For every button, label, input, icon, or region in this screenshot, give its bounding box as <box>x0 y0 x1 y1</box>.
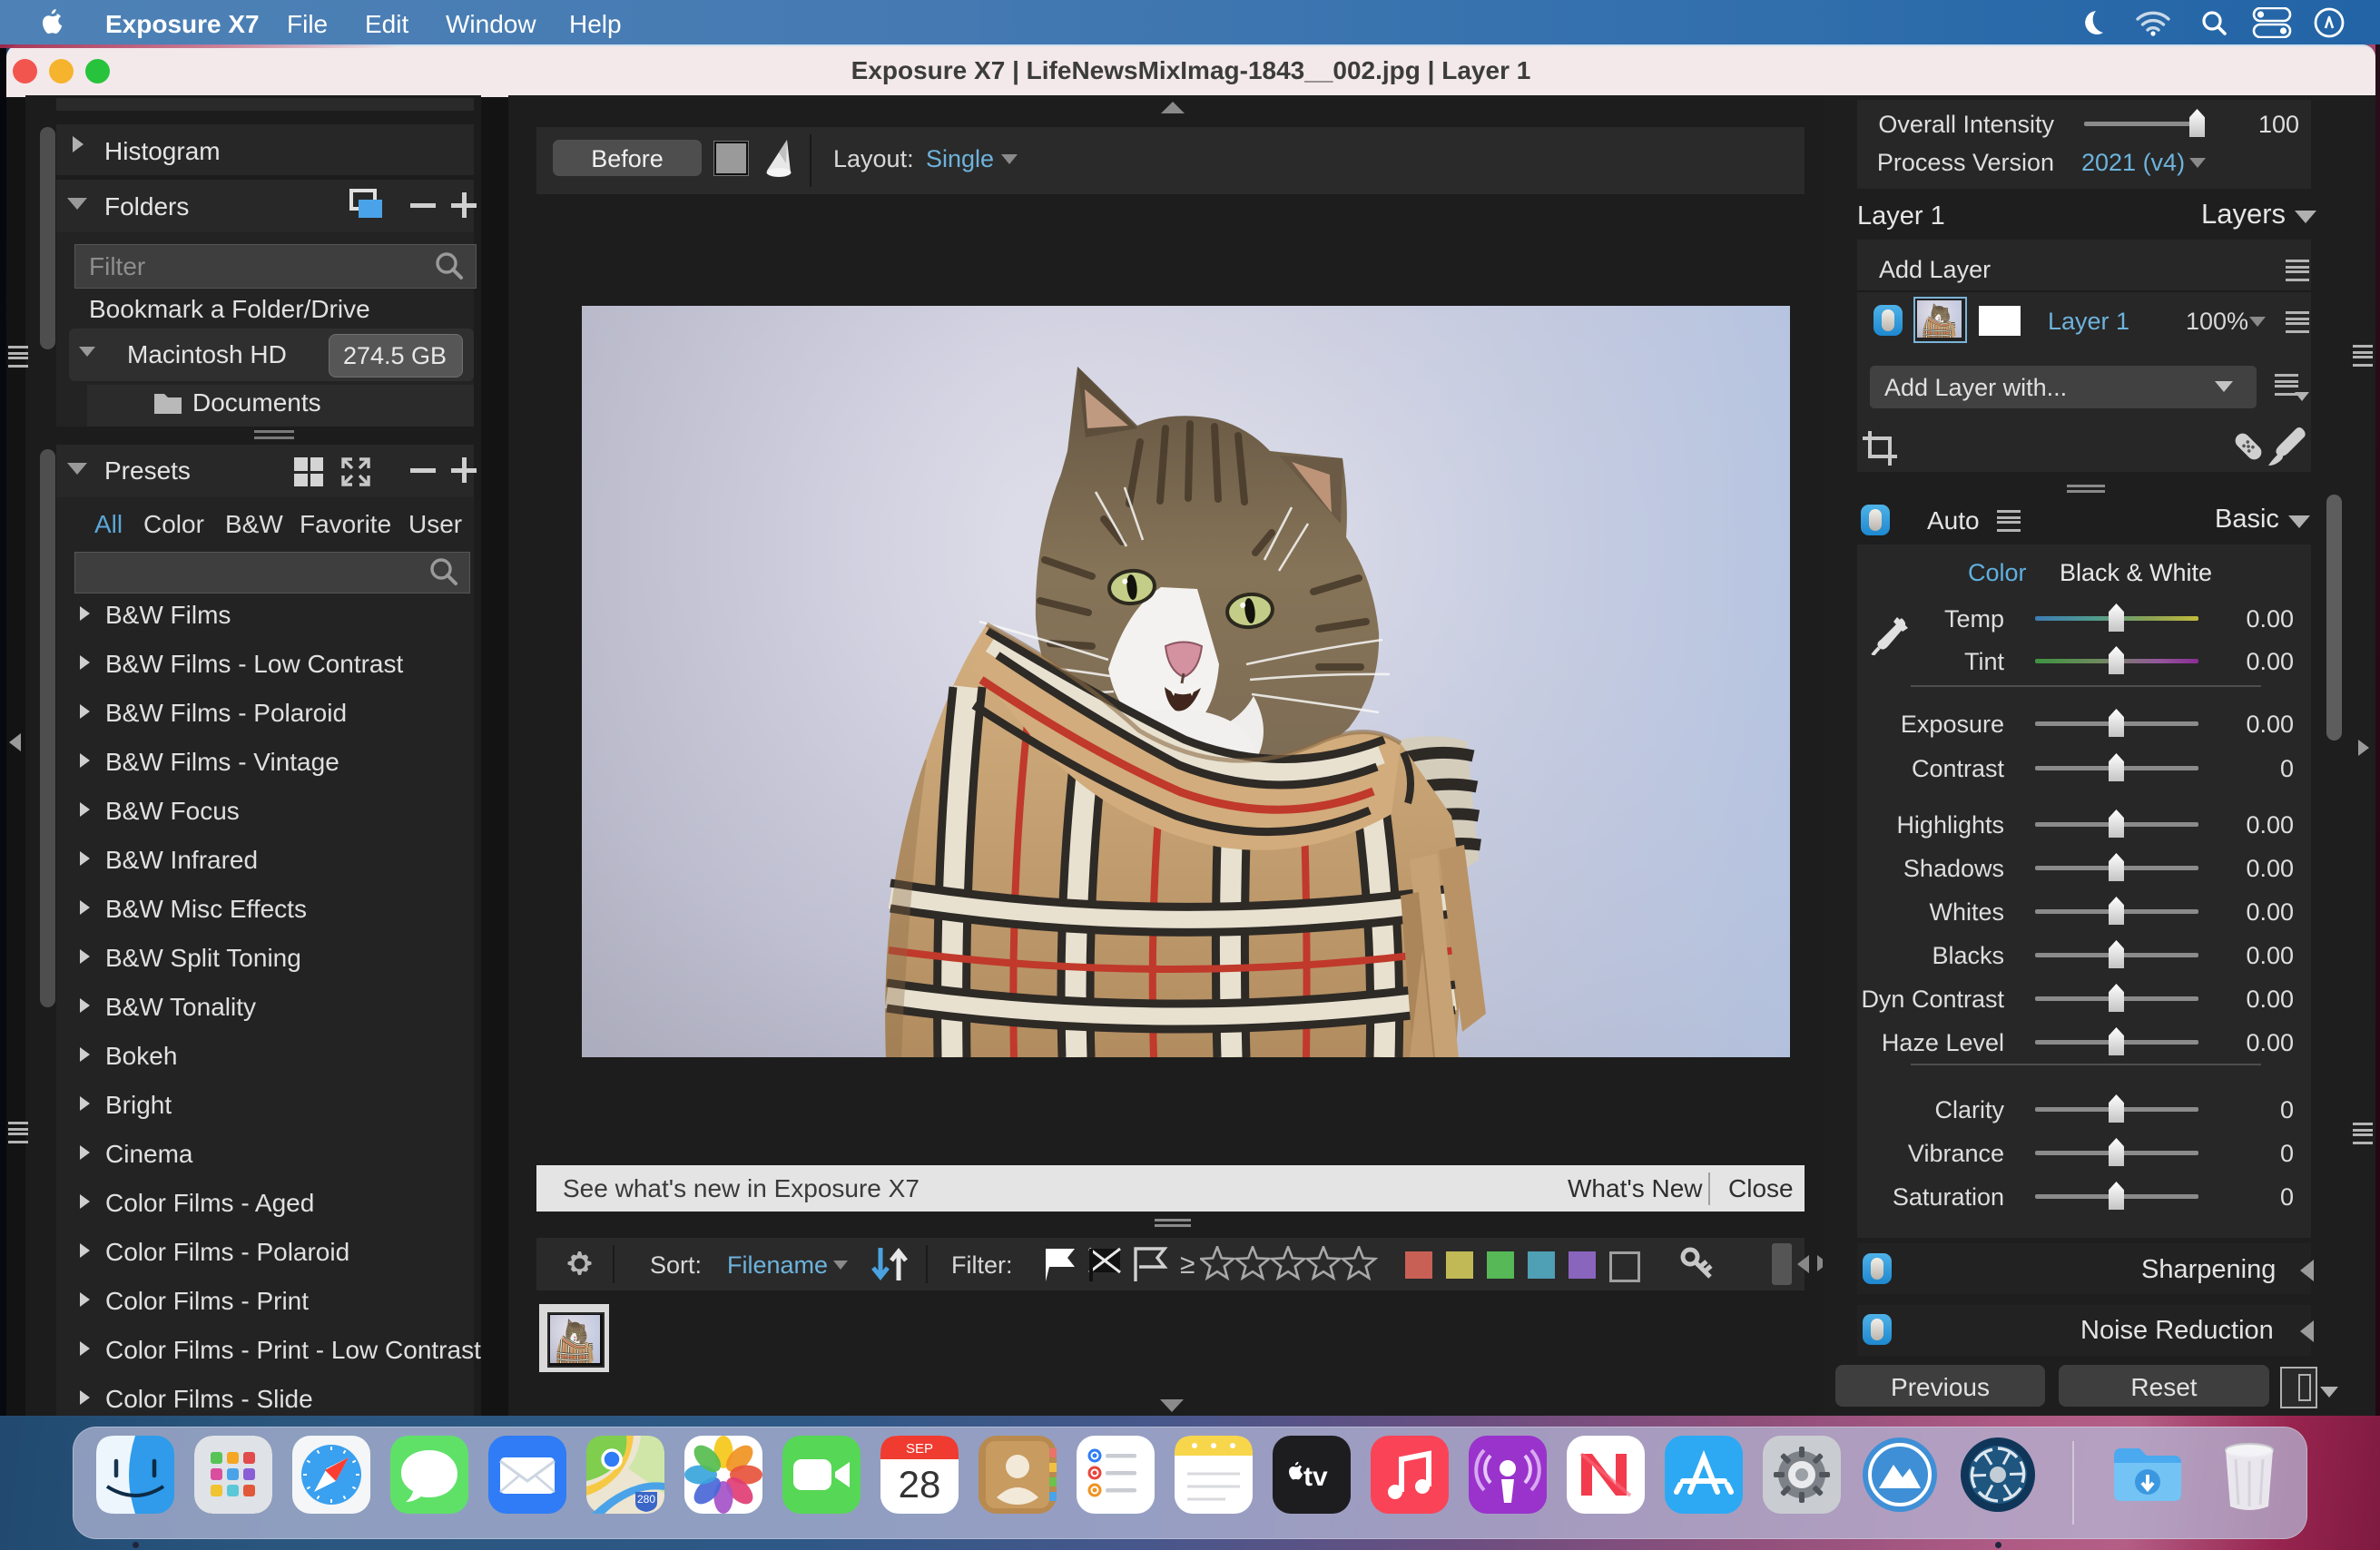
svg-text:28: 28 <box>899 1463 941 1506</box>
svg-text:280: 280 <box>637 1493 655 1506</box>
svg-text:tv: tv <box>1303 1462 1328 1492</box>
svg-text:SEP: SEP <box>906 1441 933 1457</box>
